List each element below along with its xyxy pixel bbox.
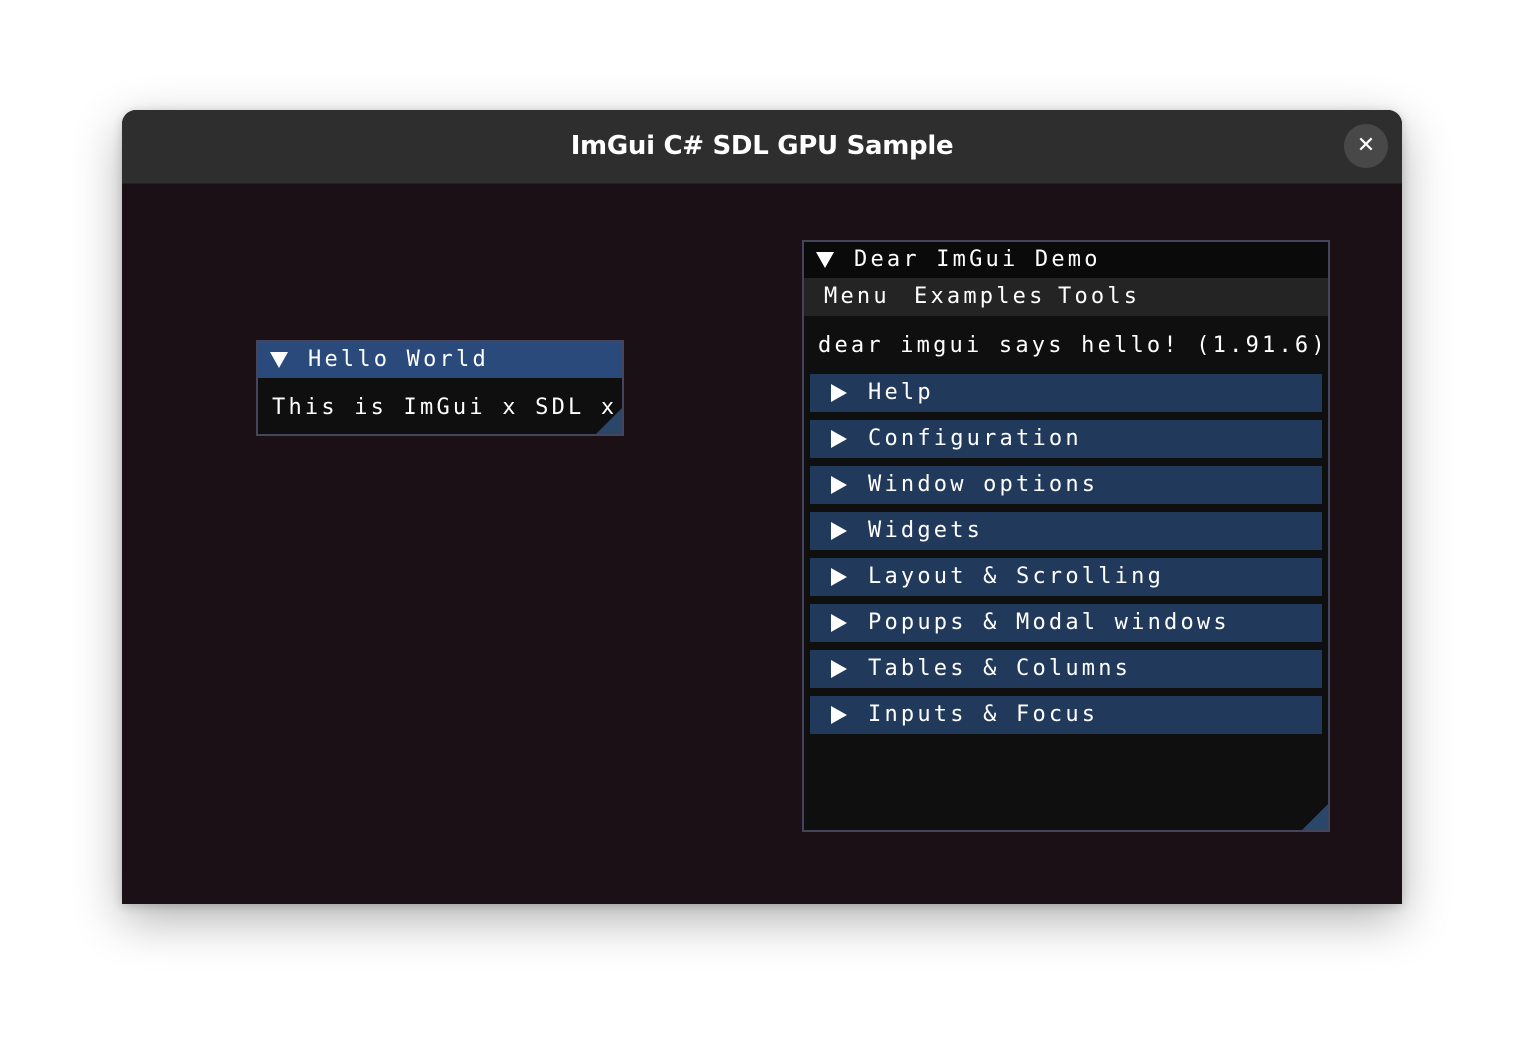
- header-label: Help: [868, 380, 934, 405]
- expand-triangle-right-icon: [831, 522, 847, 540]
- header-label: Layout & Scrolling: [868, 564, 1165, 589]
- demo-title: Dear ImGui Demo: [854, 247, 1101, 272]
- expand-triangle-right-icon: [831, 706, 847, 724]
- header-label: Tables & Columns: [868, 656, 1132, 681]
- collapse-triangle-down-icon[interactable]: [816, 252, 834, 268]
- menu-item-tools[interactable]: Tools: [1058, 282, 1140, 312]
- render-viewport: Hello World This is ImGui x SDL x C# Dea…: [122, 184, 1402, 904]
- header-inputs-focus[interactable]: Inputs & Focus: [810, 696, 1322, 734]
- hello-world-body-text: This is ImGui x SDL x C#: [272, 395, 618, 420]
- hello-world-title: Hello World: [308, 347, 489, 372]
- window-titlebar[interactable]: ImGui C# SDL GPU Sample ✕: [122, 110, 1402, 184]
- header-tables-columns[interactable]: Tables & Columns: [810, 650, 1322, 688]
- menu-item-examples[interactable]: Examples: [914, 282, 1046, 312]
- header-configuration[interactable]: Configuration: [810, 420, 1322, 458]
- header-label: Widgets: [868, 518, 984, 543]
- collapse-triangle-down-icon[interactable]: [270, 352, 288, 368]
- expand-triangle-right-icon: [831, 430, 847, 448]
- expand-triangle-right-icon: [831, 384, 847, 402]
- header-window-options[interactable]: Window options: [810, 466, 1322, 504]
- expand-triangle-right-icon: [831, 568, 847, 586]
- expand-triangle-right-icon: [831, 660, 847, 678]
- resize-grip-icon[interactable]: [1302, 804, 1328, 830]
- header-label: Window options: [868, 472, 1099, 497]
- menu-item-menu[interactable]: Menu: [824, 282, 890, 312]
- close-button[interactable]: ✕: [1344, 124, 1388, 168]
- header-label: Popups & Modal windows: [868, 610, 1230, 635]
- header-label: Configuration: [868, 426, 1082, 451]
- hello-world-titlebar[interactable]: Hello World: [258, 342, 622, 378]
- header-help[interactable]: Help: [810, 374, 1322, 412]
- header-widgets[interactable]: Widgets: [810, 512, 1322, 550]
- demo-menubar: Menu Examples Tools: [804, 278, 1328, 316]
- expand-triangle-right-icon: [831, 476, 847, 494]
- resize-grip-icon[interactable]: [596, 408, 622, 434]
- expand-triangle-right-icon: [831, 614, 847, 632]
- window-title: ImGui C# SDL GPU Sample: [570, 131, 954, 161]
- demo-window: Dear ImGui Demo Menu Examples Tools dear…: [802, 240, 1330, 832]
- close-icon: ✕: [1356, 133, 1376, 158]
- demo-hello-text: dear imgui says hello! (1.91.6) (1916: [818, 333, 1328, 358]
- header-layout-scrolling[interactable]: Layout & Scrolling: [810, 558, 1322, 596]
- demo-titlebar[interactable]: Dear ImGui Demo: [804, 242, 1328, 278]
- hello-world-window: Hello World This is ImGui x SDL x C#: [256, 340, 624, 436]
- app-window: ImGui C# SDL GPU Sample ✕ Hello World Th…: [122, 110, 1402, 904]
- header-label: Inputs & Focus: [868, 702, 1099, 727]
- header-popups-modal-windows[interactable]: Popups & Modal windows: [810, 604, 1322, 642]
